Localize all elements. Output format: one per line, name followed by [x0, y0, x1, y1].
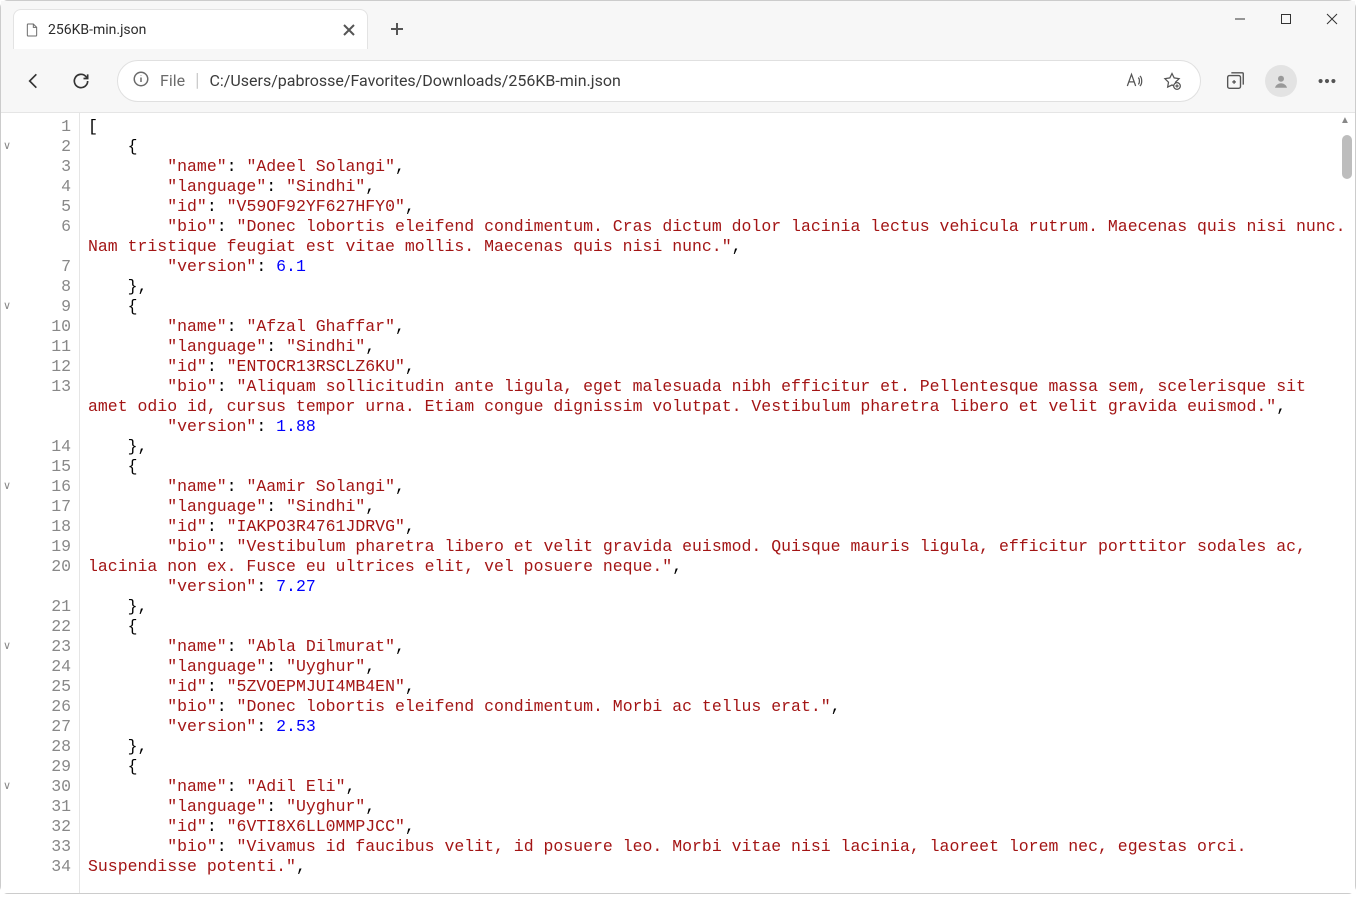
- close-tab-button[interactable]: [341, 22, 357, 38]
- url-scheme-label: File: [160, 71, 185, 90]
- tab-title: 256KB-min.json: [48, 22, 333, 38]
- more-menu-button[interactable]: [1311, 65, 1343, 97]
- read-aloud-icon[interactable]: [1120, 67, 1148, 95]
- toolbar: File | C:/Users/pabrosse/Favorites/Downl…: [1, 49, 1355, 113]
- line-number-gutter: ∨ ∨ ∨ ∨ ∨ 123456 78910111213 14151617181…: [1, 113, 79, 893]
- new-tab-button[interactable]: [383, 15, 411, 43]
- titlebar: 256KB-min.json: [1, 1, 1355, 49]
- profile-avatar[interactable]: [1265, 65, 1297, 97]
- collections-icon[interactable]: [1219, 65, 1251, 97]
- url-path: C:/Users/pabrosse/Favorites/Downloads/25…: [210, 71, 1110, 90]
- site-info-icon[interactable]: [132, 70, 150, 92]
- minimize-button[interactable]: [1217, 1, 1263, 37]
- browser-tab[interactable]: 256KB-min.json: [13, 9, 368, 49]
- address-bar[interactable]: File | C:/Users/pabrosse/Favorites/Downl…: [117, 60, 1201, 102]
- back-button[interactable]: [13, 61, 53, 101]
- code-content[interactable]: [ { "name": "Adeel Solangi", "language":…: [79, 113, 1355, 893]
- fold-column[interactable]: ∨ ∨ ∨ ∨ ∨: [3, 117, 11, 897]
- favorite-icon[interactable]: [1158, 67, 1186, 95]
- json-viewer: ∨ ∨ ∨ ∨ ∨ 123456 78910111213 14151617181…: [1, 113, 1355, 893]
- divider: |: [195, 70, 199, 91]
- file-icon: [24, 22, 40, 38]
- close-window-button[interactable]: [1309, 1, 1355, 37]
- refresh-button[interactable]: [61, 61, 101, 101]
- scrollbar-up-button[interactable]: ▲: [1337, 115, 1353, 131]
- maximize-button[interactable]: [1263, 1, 1309, 37]
- scrollbar-thumb[interactable]: [1342, 135, 1352, 179]
